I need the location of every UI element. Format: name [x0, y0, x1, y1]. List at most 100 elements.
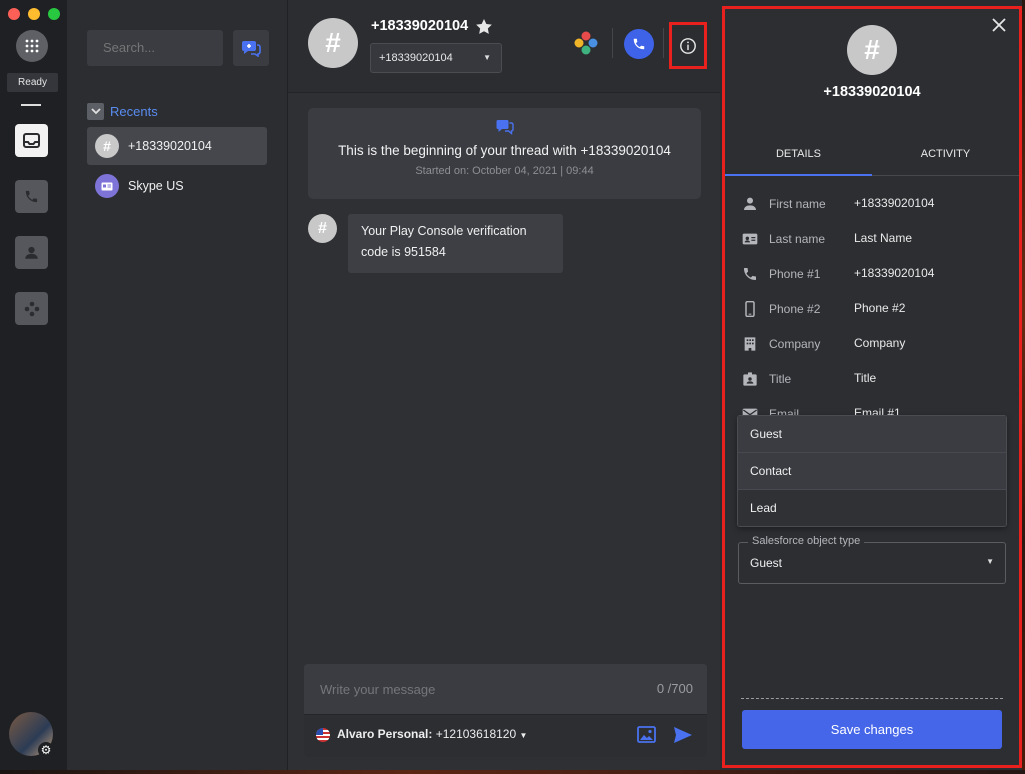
- menu-option-contact[interactable]: Contact: [738, 453, 1006, 490]
- skype-card-icon: [95, 174, 119, 198]
- contact-icon: [25, 246, 38, 259]
- new-conversation-button[interactable]: [233, 30, 269, 66]
- left-rail: Ready ⚙: [0, 0, 67, 774]
- dialpad-icon: [25, 39, 39, 53]
- field-label: Title: [769, 372, 792, 386]
- contact-name: Skype US: [128, 179, 184, 193]
- details-fields: First name +18339020104 Last name Last N…: [725, 189, 1019, 415]
- from-name: Alvaro Personal:: [337, 727, 433, 741]
- minimize-window-button[interactable]: [28, 8, 40, 20]
- number-select[interactable]: +18339020104 ▼: [370, 43, 502, 73]
- field-value: Phone #2: [854, 301, 906, 315]
- tab-activity[interactable]: ACTIVITY: [872, 136, 1019, 176]
- field-phone-1[interactable]: Phone #1 +18339020104: [725, 261, 1019, 296]
- integrations-icon[interactable]: [573, 30, 599, 56]
- save-changes-button[interactable]: Save changes: [742, 710, 1002, 749]
- status-badge[interactable]: Ready: [7, 73, 58, 92]
- chevron-down-icon: [87, 103, 104, 120]
- tab-details[interactable]: DETAILS: [725, 136, 872, 176]
- recents-label: Recents: [110, 104, 158, 119]
- field-value: Last Name: [854, 231, 913, 245]
- desktop-background: [0, 770, 1025, 774]
- dropdown-arrow-icon: ▼: [519, 731, 528, 740]
- info-button[interactable]: [669, 22, 707, 69]
- panel-contact-name: +18339020104: [823, 84, 921, 100]
- select-value: Guest: [750, 556, 783, 570]
- close-icon[interactable]: [989, 15, 1009, 35]
- field-title[interactable]: Title Title: [725, 366, 1019, 401]
- panel-tabs: DETAILS ACTIVITY: [725, 136, 1019, 176]
- phone-icon: [744, 268, 756, 280]
- phone-icon: [25, 190, 38, 203]
- chat-bubble-icon: [496, 120, 514, 135]
- select-label: Salesforce object type: [748, 535, 865, 547]
- id-card-icon: [742, 233, 758, 245]
- message-line: code is 951584: [361, 245, 446, 259]
- phone-icon: [633, 38, 645, 50]
- search-input[interactable]: [87, 30, 223, 66]
- field-value: Title: [854, 371, 877, 385]
- dropdown-arrow-icon: ▼: [986, 557, 994, 566]
- rail-apps-button[interactable]: [15, 292, 48, 325]
- settings-gear-icon[interactable]: ⚙: [38, 742, 54, 758]
- menu-option-lead[interactable]: Lead: [738, 490, 1006, 527]
- list-item-contact[interactable]: # +18339020104: [87, 127, 267, 165]
- object-type-menu: Guest Contact Lead: [737, 415, 1007, 527]
- field-email[interactable]: Email Email #1: [725, 401, 1019, 415]
- salesforce-object-select[interactable]: Salesforce object type Guest ▼: [738, 535, 1006, 584]
- call-button[interactable]: [624, 29, 654, 59]
- inbox-icon: [23, 133, 40, 148]
- thread-title-row: +18339020104: [371, 18, 493, 34]
- header-divider: [663, 28, 664, 58]
- field-value: +18339020104: [854, 196, 935, 210]
- thread-avatar: #: [308, 18, 358, 68]
- message-composer: 0 /700 Alvaro Personal: +12103618120 ▼: [304, 664, 707, 757]
- rail-inbox-button[interactable]: [15, 124, 48, 157]
- rail-contacts-button[interactable]: [15, 236, 48, 269]
- message-line: Your Play Console verification: [361, 224, 527, 238]
- thread-header: # +18339020104 +18339020104 ▼: [288, 0, 720, 93]
- star-icon[interactable]: [476, 18, 493, 34]
- list-item-contact[interactable]: Skype US: [87, 167, 267, 205]
- from-number-select[interactable]: Alvaro Personal: +12103618120 ▼: [337, 727, 527, 741]
- thread-title: +18339020104: [371, 18, 469, 34]
- dialpad-button[interactable]: [16, 30, 48, 62]
- menu-option-guest[interactable]: Guest: [738, 416, 1006, 453]
- from-number: +12103618120: [435, 727, 517, 741]
- message-avatar: #: [308, 214, 337, 243]
- message-input[interactable]: [304, 664, 634, 714]
- field-label: First name: [769, 197, 826, 211]
- field-last-name[interactable]: Last name Last Name: [725, 226, 1019, 261]
- send-icon[interactable]: [673, 726, 693, 744]
- recents-toggle[interactable]: Recents: [87, 103, 158, 120]
- rail-calls-button[interactable]: [15, 180, 48, 213]
- building-icon: [744, 337, 756, 351]
- char-counter: 0 /700: [656, 681, 693, 696]
- maximize-window-button[interactable]: [48, 8, 60, 20]
- panel-avatar: #: [847, 25, 897, 75]
- image-attach-icon[interactable]: [637, 726, 656, 743]
- info-icon: [680, 37, 696, 54]
- number-select-value: +18339020104: [379, 52, 453, 64]
- app-window: Ready ⚙ Search... Recents # +18339020104…: [0, 0, 1025, 774]
- thread-start-card: This is the beginning of your thread wit…: [308, 108, 701, 199]
- field-first-name[interactable]: First name +18339020104: [725, 191, 1019, 226]
- field-label: Last name: [769, 232, 826, 246]
- close-window-button[interactable]: [8, 8, 20, 20]
- new-chat-icon: [242, 41, 261, 57]
- composer-toolbar: Alvaro Personal: +12103618120 ▼: [304, 714, 707, 757]
- status-divider: [21, 104, 41, 106]
- mobile-icon: [745, 301, 755, 317]
- person-icon: [744, 197, 756, 210]
- contact-details-panel: # +18339020104 DETAILS ACTIVITY First na…: [722, 6, 1022, 768]
- dropdown-arrow-icon: ▼: [483, 53, 491, 62]
- field-label: Phone #2: [769, 302, 821, 316]
- field-company[interactable]: Company Company: [725, 331, 1019, 366]
- message-bubble: Your Play Console verification code is 9…: [348, 214, 563, 273]
- field-phone-2[interactable]: Phone #2 Phone #2: [725, 296, 1019, 331]
- panel-divider: [741, 698, 1003, 699]
- field-label: Email: [769, 407, 800, 415]
- us-flag-icon: [316, 728, 330, 742]
- field-value: Company: [854, 336, 906, 350]
- contact-name: +18339020104: [128, 139, 212, 153]
